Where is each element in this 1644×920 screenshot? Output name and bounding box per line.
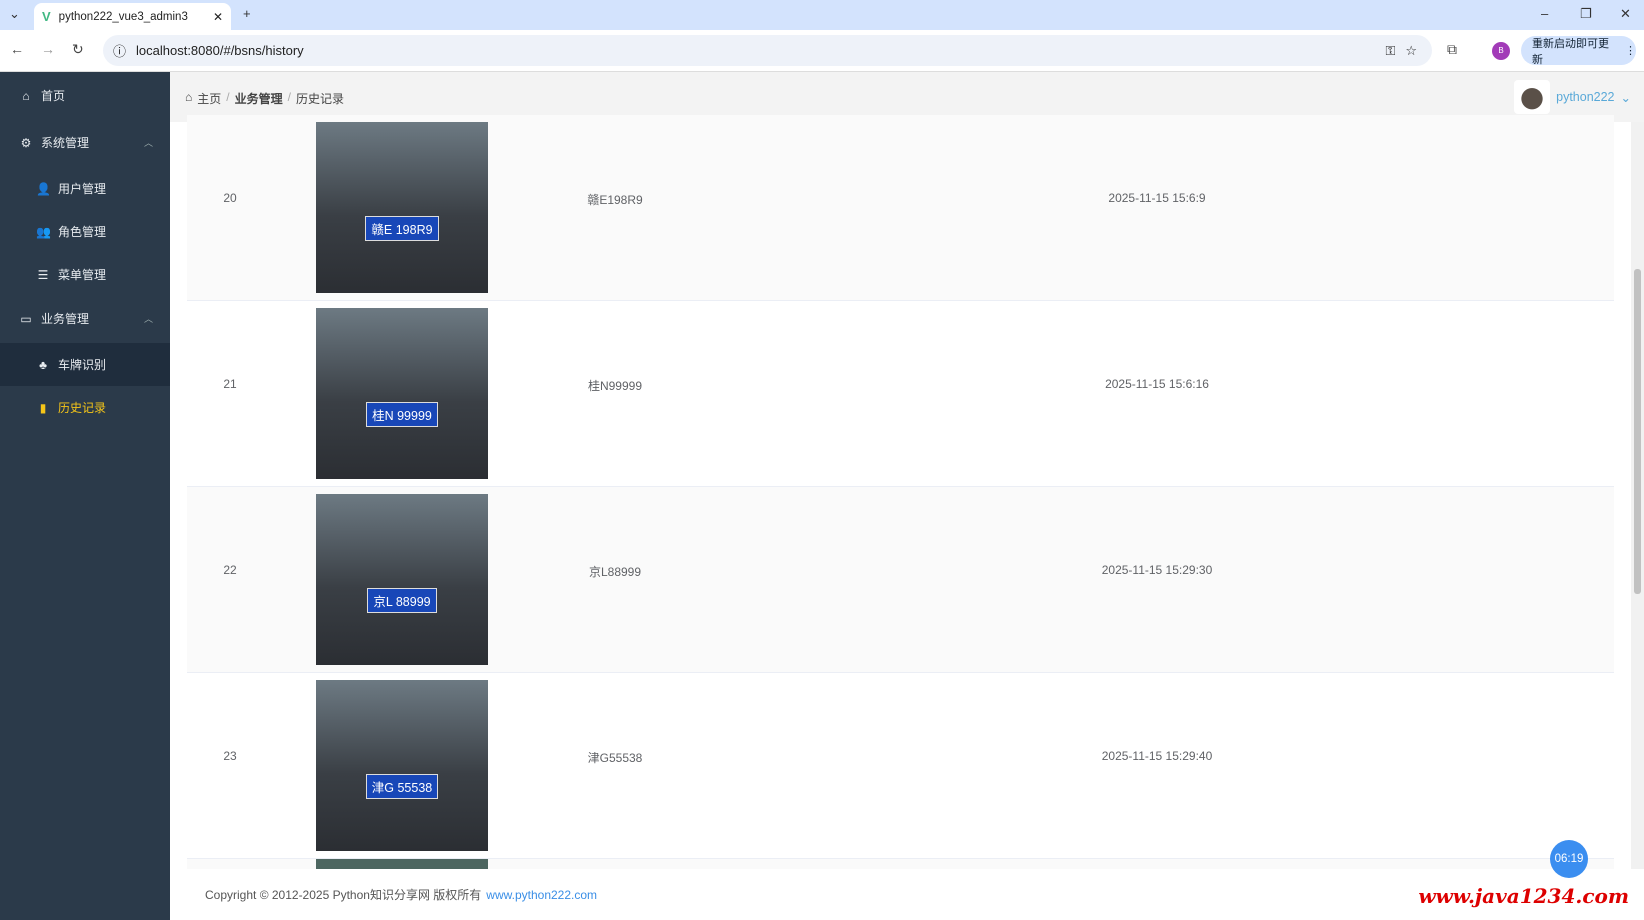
url-text: localhost:8080/#/bsns/history xyxy=(136,43,304,58)
user-icon: 👤 xyxy=(36,181,51,196)
sidebar-item-roles[interactable]: 👥 角色管理 xyxy=(0,210,170,253)
separator: / xyxy=(226,90,230,104)
row-index: 23 xyxy=(223,749,237,763)
site-info-icon[interactable]: ⓘ xyxy=(113,41,126,60)
row-index: 21 xyxy=(223,377,237,391)
forward-icon[interactable]: → xyxy=(41,41,55,57)
scrollbar-thumb[interactable] xyxy=(1634,269,1641,594)
breadcrumb-current: 历史记录 xyxy=(295,92,344,106)
table-row xyxy=(187,859,1614,869)
label: 业务管理 xyxy=(41,312,90,326)
label: 用户管理 xyxy=(58,182,107,196)
footer: Copyright © 2012-2025 Python知识分享网 版权所有 ww… xyxy=(170,869,1632,920)
avatar xyxy=(1514,80,1551,114)
table-row: 21 桂N 99999 桂N99999 2025-11-15 15:6:16 xyxy=(187,301,1614,487)
chevron-up-icon: ︿ xyxy=(143,138,153,148)
car-image: 京L 88999 xyxy=(316,494,488,665)
plate-number: 桂N99999 xyxy=(587,379,643,393)
user-menu[interactable]: python222 ⌄ xyxy=(1514,80,1631,114)
gear-icon: ⚙ xyxy=(20,135,32,150)
recognition-time: 2025-11-15 15:6:16 xyxy=(1105,377,1209,391)
profile-avatar[interactable]: B xyxy=(1492,42,1510,60)
close-tab-icon[interactable]: ✕ xyxy=(213,10,223,24)
tab-title: python222_vue3_admin3 xyxy=(58,10,188,23)
scrollbar[interactable] xyxy=(1631,122,1644,869)
plate-in-image: 津G 55538 xyxy=(365,774,439,799)
menu-tree-icon: ☰ xyxy=(37,267,49,282)
sidebar-item-home[interactable]: ⌂ 首页 xyxy=(0,74,170,117)
back-icon[interactable]: ← xyxy=(10,41,24,57)
label: 历史记录 xyxy=(58,401,107,415)
extensions-icon[interactable]: ⧉ xyxy=(1447,41,1457,58)
table-row: 23 津G 55538 津G55538 2025-11-15 15:29:40 xyxy=(187,673,1614,859)
plate-in-image: 赣E 198R9 xyxy=(365,216,439,241)
plate-in-image: 京L 88999 xyxy=(367,588,437,613)
car-image: 赣E 198R9 xyxy=(316,122,488,293)
car-image: 桂N 99999 xyxy=(316,308,488,479)
update-button[interactable]: 重新启动即可更新 ⋮ xyxy=(1521,36,1636,66)
tab-list-icon[interactable]: ⌄ xyxy=(9,6,20,22)
close-window-icon[interactable]: ✕ xyxy=(1620,6,1631,22)
update-label: 重新启动即可更新 xyxy=(1532,37,1609,66)
plate-in-image: 桂N 99999 xyxy=(366,402,438,427)
chevron-up-icon: ︿ xyxy=(143,314,153,324)
plate-number: 津G55538 xyxy=(587,751,643,765)
recognition-time: 2025-11-15 15:29:30 xyxy=(1101,563,1213,577)
url-field[interactable]: ⓘ localhost:8080/#/bsns/history ⚿ ☆ xyxy=(103,35,1432,66)
recognition-time: 2025-11-15 15:29:40 xyxy=(1101,749,1213,763)
minimize-icon[interactable]: – xyxy=(1541,6,1548,21)
monitor-icon: ▭ xyxy=(20,311,32,326)
sidebar-item-plate-recognition[interactable]: ♣ 车牌识别 xyxy=(0,343,170,386)
new-tab-icon[interactable]: + xyxy=(243,6,251,21)
car-image: 津G 55538 xyxy=(316,680,488,851)
watermark: www.java1234.com xyxy=(1418,884,1629,908)
bookmark-star-icon[interactable]: ☆ xyxy=(1405,43,1417,59)
sidebar-item-system[interactable]: ⚙ 系统管理 ︿ xyxy=(0,121,170,164)
breadcrumb: ⌂ 主页 / 业务管理 / 历史记录 xyxy=(185,90,344,107)
sidebar: ⌂ 首页 ⚙ 系统管理 ︿ 👤 用户管理 👥 角色管理 ☰ 菜单管理 ▭ 业务管理 ︿ ♣ 车牌识… xyxy=(0,72,170,920)
copyright-text: Copyright © 2012-2025 Python知识分享网 版权所有 xyxy=(205,888,482,902)
car-image xyxy=(316,859,488,869)
label: 首页 xyxy=(41,89,66,103)
browser-tab[interactable]: V python222_vue3_admin3 ✕ xyxy=(34,3,231,30)
label: 角色管理 xyxy=(58,225,107,239)
separator: / xyxy=(287,90,291,104)
recognition-time: 2025-11-15 15:6:9 xyxy=(1108,191,1206,205)
home-icon: ⌂ xyxy=(185,90,193,104)
footer-link[interactable]: www.python222.com xyxy=(486,888,597,902)
table-row: 20 赣E 198R9 赣E198R9 2025-11-15 15:6:9 xyxy=(187,115,1614,301)
sidebar-item-users[interactable]: 👤 用户管理 xyxy=(0,167,170,210)
label: 系统管理 xyxy=(41,136,90,150)
chevron-down-icon: ⌄ xyxy=(1620,90,1631,105)
home-icon: ⌂ xyxy=(22,88,30,103)
password-key-icon[interactable]: ⚿ xyxy=(1385,43,1395,59)
breadcrumb-business[interactable]: 业务管理 xyxy=(235,90,283,107)
address-bar: ← → ↻ ⓘ localhost:8080/#/bsns/history ⚿ … xyxy=(0,30,1644,72)
plate-number: 赣E198R9 xyxy=(587,193,643,207)
restore-icon[interactable]: ❐ xyxy=(1580,6,1592,22)
tab-bar: ⌄ V python222_vue3_admin3 ✕ + – ❐ ✕ xyxy=(0,0,1644,30)
more-menu-icon[interactable]: ⋮ xyxy=(1625,44,1636,57)
sidebar-item-history[interactable]: ▮ 历史记录 xyxy=(0,386,170,429)
breadcrumb-home[interactable]: 主页 xyxy=(197,90,221,107)
history-icon: ▮ xyxy=(39,400,47,415)
table-row: 22 京L 88999 京L88999 2025-11-15 15:29:30 xyxy=(187,487,1614,673)
reload-icon[interactable]: ↻ xyxy=(72,41,84,58)
label: 菜单管理 xyxy=(58,268,107,282)
sidebar-item-menus[interactable]: ☰ 菜单管理 xyxy=(0,253,170,296)
vue-logo-icon: V xyxy=(42,9,51,24)
sitemap-icon: ♣ xyxy=(39,357,47,372)
timer-badge: 06:19 xyxy=(1550,840,1588,878)
users-icon: 👥 xyxy=(36,224,51,239)
sidebar-item-business[interactable]: ▭ 业务管理 ︿ xyxy=(0,297,170,340)
label: 车牌识别 xyxy=(58,358,107,372)
plate-number: 京L88999 xyxy=(588,565,642,579)
row-index: 20 xyxy=(223,191,237,205)
username: python222 xyxy=(1556,90,1615,104)
row-index: 22 xyxy=(223,563,237,577)
